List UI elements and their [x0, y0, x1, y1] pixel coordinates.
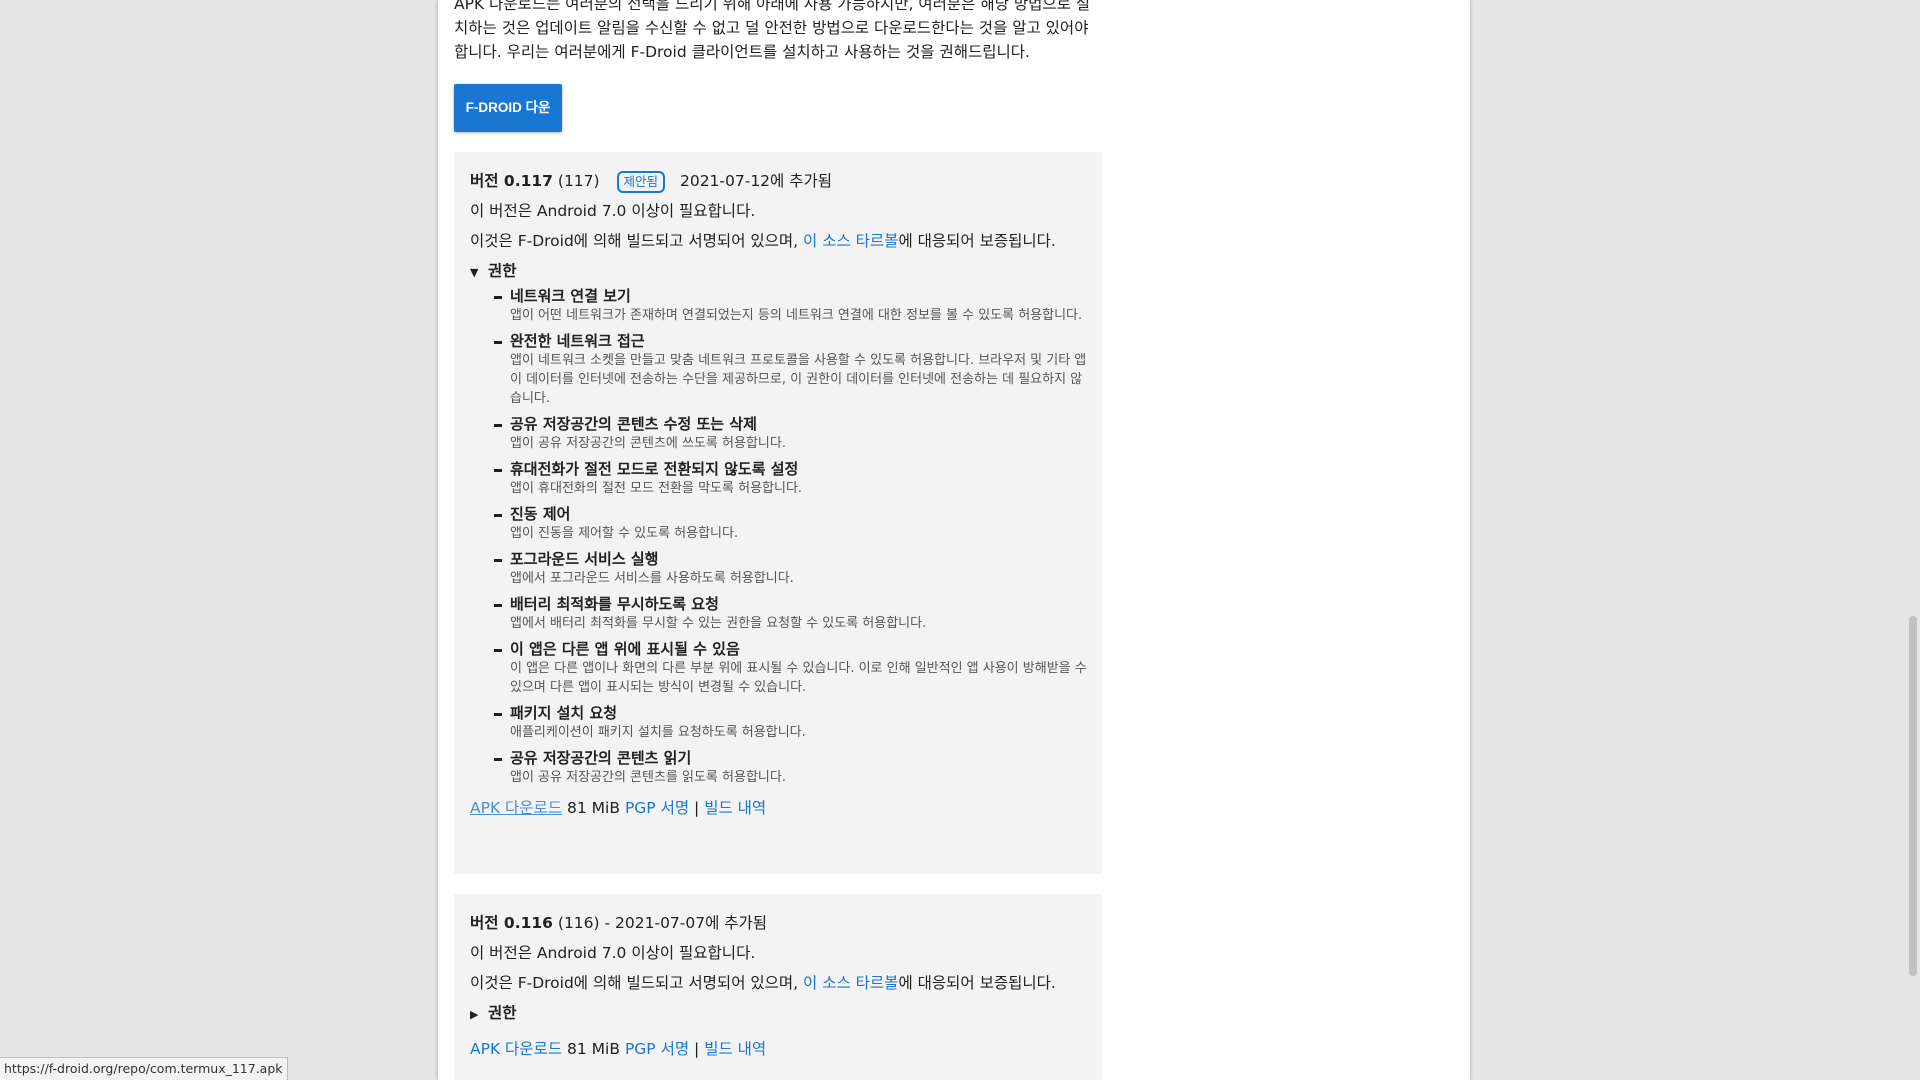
permission-title: 완전한 네트워크 접근 [494, 331, 1086, 351]
version-header: 버전 0.116 (116) - 2021-07-07에 추가됨 [470, 910, 1086, 940]
version-header: 버전 0.117 (117) 제안됨 2021-07-12에 추가됨 [470, 168, 1086, 198]
permissions-list: 네트워크 연결 보기 앱이 어떤 네트워크가 존재하며 연결되었는지 등의 네트… [470, 286, 1087, 787]
build-info-suffix: 에 대응되어 보증됩니다. [898, 974, 1056, 992]
version-added: 2021-07-12에 추가됨 [679, 172, 833, 190]
permission-item: 공유 저장공간의 콘텐츠 수정 또는 삭제 앱이 공유 저장공간의 콘텐츠에 쓰… [494, 414, 1086, 453]
download-links: APK 다운로드 81 MiB PGP 서명 | 빌드 내역 [470, 795, 1086, 823]
version-added: - 2021-07-07에 추가됨 [599, 914, 768, 932]
fdroid-download-button[interactable]: F-DROID 다운로드 [454, 84, 562, 163]
build-info-prefix: 이것은 F-Droid에 의해 빌드되고 서명되어 있으며, [470, 974, 804, 992]
permission-desc: 앱이 휴대전화의 절전 모드 전환을 막도록 허용합니다. [510, 481, 803, 496]
permissions-label: 권한 [488, 262, 517, 280]
page-container: APK 다운로드는 여러분의 선택을 드리기 위해 아래에 사용 가능하지만, … [438, 0, 1470, 1080]
permission-desc: 앱에서 포그라운드 서비스를 사용하도록 허용합니다. [510, 571, 794, 586]
link-separator: | [694, 1040, 700, 1058]
build-info-suffix: 에 대응되어 보증됩니다. [898, 232, 1056, 250]
build-log-link[interactable]: 빌드 내역 [704, 1040, 766, 1058]
permission-desc: 앱이 네트워크 소켓을 만들고 맞춤 네트워크 프로토콜을 사용할 수 있도록 … [510, 353, 1087, 406]
permission-item: 포그라운드 서비스 실행 앱에서 포그라운드 서비스를 사용하도록 허용합니다. [494, 549, 1086, 588]
vertical-scrollbar[interactable] [1906, 0, 1920, 1080]
build-info: 이것은 F-Droid에 의해 빌드되고 서명되어 있으며, 이 소스 타르볼에… [470, 970, 1086, 1000]
permission-item: 이 앱은 다른 앱 위에 표시될 수 있음 이 앱은 다른 앱이나 화면의 다른… [494, 639, 1087, 697]
permissions-toggle[interactable]: ▼ 권한 [470, 258, 1086, 286]
permission-item: 완전한 네트워크 접근 앱이 네트워크 소켓을 만들고 맞춤 네트워크 프로토콜… [494, 331, 1086, 408]
permission-item: 배터리 최적화를 무시하도록 요청 앱에서 배터리 최적화를 무시할 수 있는 … [494, 594, 1086, 633]
link-separator: | [694, 799, 700, 817]
apk-size: 81 MiB [567, 1040, 620, 1058]
permission-desc: 앱이 공유 저장공간의 콘텐츠에 쓰도록 허용합니다. [510, 436, 786, 451]
permission-item: 휴대전화가 절전 모드로 전환되지 않도록 설정 앱이 휴대전화의 절전 모드 … [494, 459, 1086, 498]
build-log-link[interactable]: 빌드 내역 [704, 799, 766, 817]
triangle-right-icon: ▶ [470, 1008, 479, 1021]
download-links: APK 다운로드 81 MiB PGP 서명 | 빌드 내역 [470, 1036, 1086, 1064]
version-panel-116: 버전 0.116 (116) - 2021-07-07에 추가됨 이 버전은 A… [454, 894, 1102, 1080]
apk-download-link[interactable]: APK 다운로드 [470, 799, 562, 817]
build-info: 이것은 F-Droid에 의해 빌드되고 서명되어 있으며, 이 소스 타르볼에… [470, 228, 1086, 258]
permission-title: 진동 제어 [494, 504, 1086, 524]
permission-item: 네트워크 연결 보기 앱이 어떤 네트워크가 존재하며 연결되었는지 등의 네트… [494, 286, 1086, 325]
triangle-down-icon: ▼ [470, 266, 479, 279]
permission-title: 공유 저장공간의 콘텐츠 읽기 [494, 748, 1086, 768]
pgp-signature-link[interactable]: PGP 서명 [625, 799, 689, 817]
content: APK 다운로드는 여러분의 선택을 드리기 위해 아래에 사용 가능하지만, … [454, 0, 1102, 64]
intro-text: APK 다운로드는 여러분의 선택을 드리기 위해 아래에 사용 가능하지만, … [454, 0, 1091, 61]
version-requirement: 이 버전은 Android 7.0 이상이 필요합니다. [470, 202, 756, 220]
suggested-badge: 제안됨 [616, 170, 666, 193]
apk-size: 81 MiB [567, 799, 620, 817]
permission-desc: 이 앱은 다른 앱이나 화면의 다른 부분 위에 표시될 수 있습니다. 이로 … [510, 661, 1087, 695]
permission-title: 패키지 설치 요청 [494, 703, 1086, 723]
permission-title: 배터리 최적화를 무시하도록 요청 [494, 594, 1086, 614]
permission-item: 공유 저장공간의 콘텐츠 읽기 앱이 공유 저장공간의 콘텐츠를 읽도록 허용합… [494, 748, 1086, 787]
status-bar-url: https://f-droid.org/repo/com.termux_117.… [0, 1057, 288, 1080]
version-label: 버전 0.117 [470, 172, 553, 190]
build-info-prefix: 이것은 F-Droid에 의해 빌드되고 서명되어 있으며, [470, 232, 804, 250]
permission-title: 포그라운드 서비스 실행 [494, 549, 1086, 569]
permission-title: 이 앱은 다른 앱 위에 표시될 수 있음 [494, 639, 1086, 659]
scrollbar-thumb[interactable] [1909, 616, 1917, 976]
permission-desc: 앱에서 배터리 최적화를 무시할 수 있는 권한을 요청할 수 있도록 허용합니… [510, 616, 927, 631]
version-code: (116) [557, 914, 600, 932]
pgp-signature-link[interactable]: PGP 서명 [625, 1040, 689, 1058]
permission-desc: 앱이 진동을 제어할 수 있도록 허용합니다. [510, 526, 739, 541]
version-code: (117) [557, 172, 600, 190]
permission-item: 패키지 설치 요청 애플리케이션이 패키지 설치를 요청하도록 허용합니다. [494, 703, 1086, 742]
permission-title: 네트워크 연결 보기 [494, 286, 1086, 306]
permissions-toggle[interactable]: ▶ 권한 [470, 1000, 1086, 1028]
version-panel-117: 버전 0.117 (117) 제안됨 2021-07-12에 추가됨 이 버전은… [454, 152, 1102, 874]
source-tarball-link[interactable]: 이 소스 타르볼 [803, 232, 898, 250]
apk-download-link[interactable]: APK 다운로드 [470, 1040, 562, 1058]
version-requirement: 이 버전은 Android 7.0 이상이 필요합니다. [470, 944, 756, 962]
permission-title: 공유 저장공간의 콘텐츠 수정 또는 삭제 [494, 414, 1086, 434]
permission-item: 진동 제어 앱이 진동을 제어할 수 있도록 허용합니다. [494, 504, 1086, 543]
permission-desc: 앱이 공유 저장공간의 콘텐츠를 읽도록 허용합니다. [510, 770, 786, 785]
source-tarball-link[interactable]: 이 소스 타르볼 [803, 974, 898, 992]
permission-desc: 앱이 어떤 네트워크가 존재하며 연결되었는지 등의 네트워크 연결에 대한 정… [510, 308, 1083, 323]
version-label: 버전 0.116 [470, 914, 553, 932]
permissions-label: 권한 [488, 1004, 517, 1022]
permission-desc: 애플리케이션이 패키지 설치를 요청하도록 허용합니다. [510, 725, 806, 740]
permission-title: 휴대전화가 절전 모드로 전환되지 않도록 설정 [494, 459, 1086, 479]
